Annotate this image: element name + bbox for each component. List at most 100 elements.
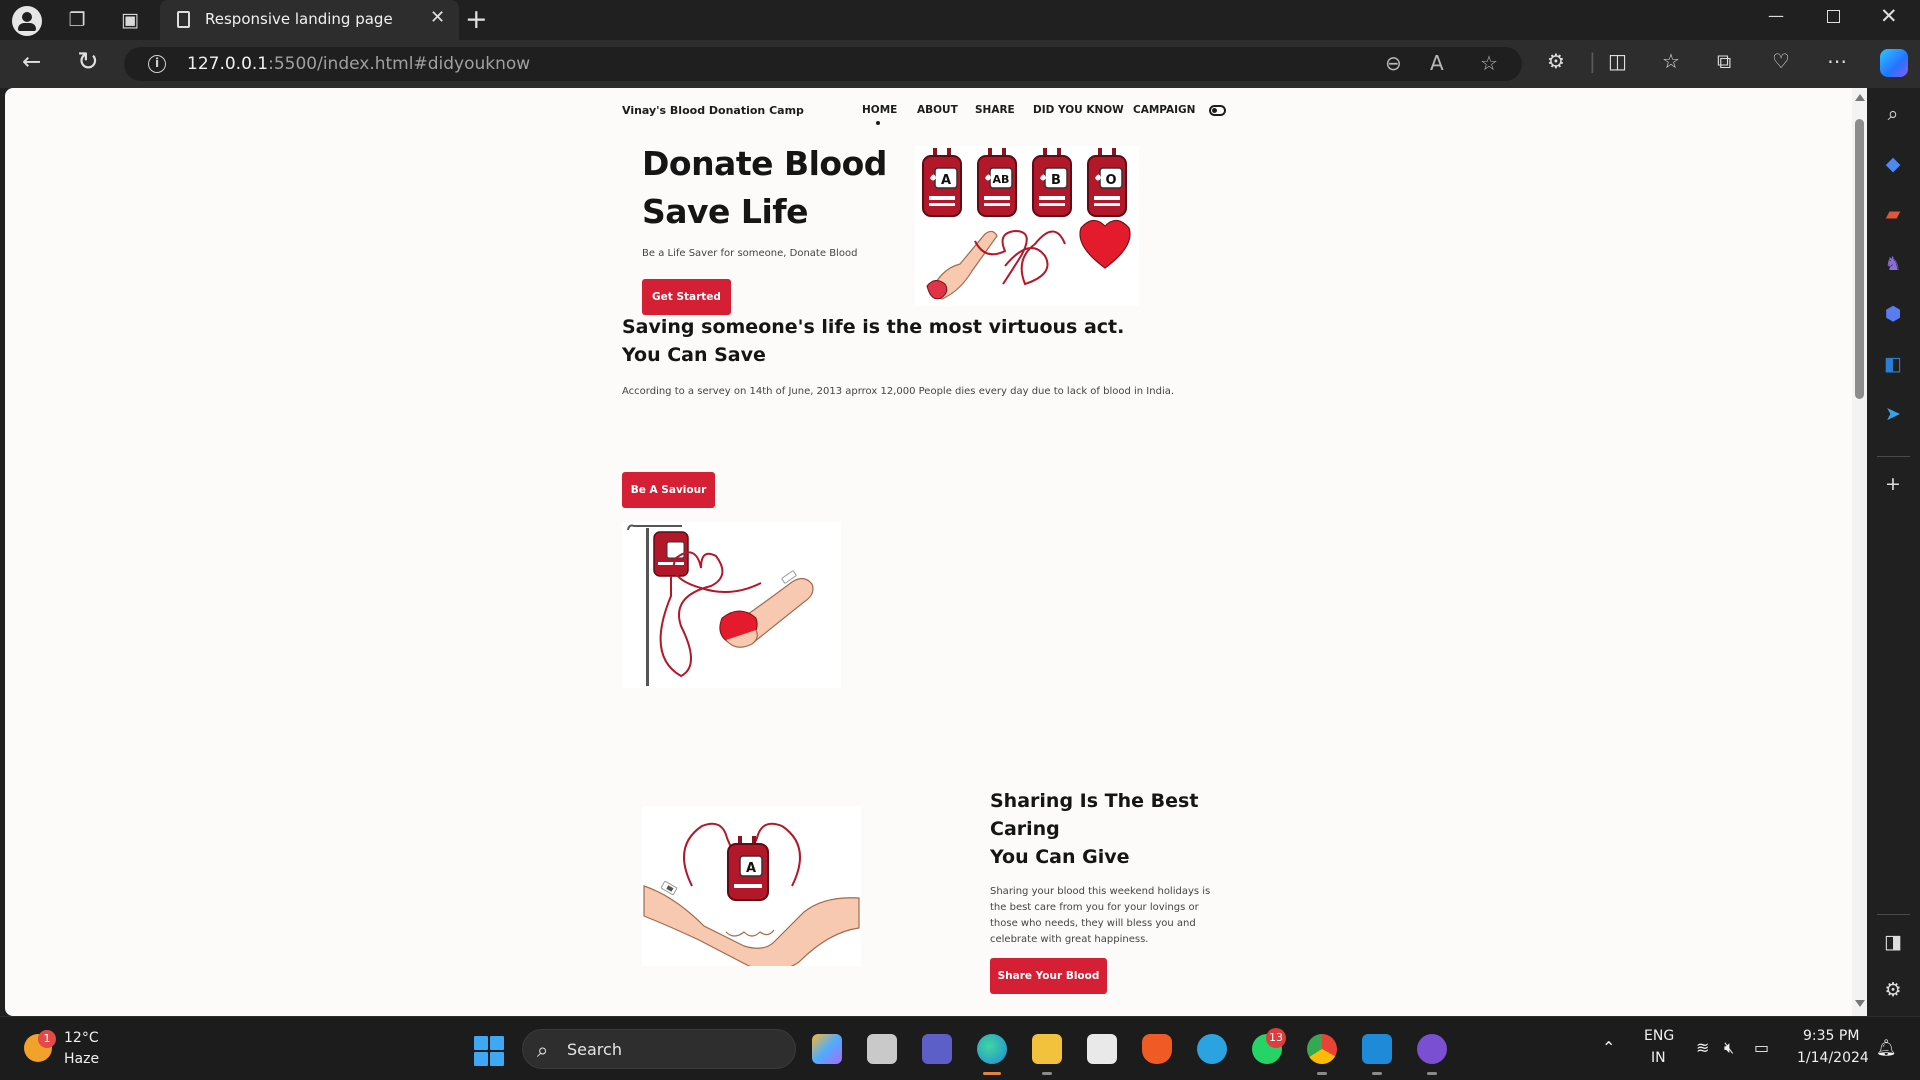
about-text: According to a servey on 14th of June, 2… — [622, 386, 1175, 397]
wifi-icon[interactable]: ≋ — [1696, 1038, 1709, 1057]
edge-active-indicator — [983, 1072, 1001, 1075]
nav-link-home[interactable]: HOME — [862, 104, 897, 116]
nav-link-share[interactable]: SHARE — [975, 104, 1015, 116]
scroll-up-arrow-icon[interactable] — [1855, 94, 1865, 101]
taskbar-search-box[interactable]: ⌕ Search — [522, 1029, 796, 1069]
task-view-icon[interactable] — [867, 1034, 897, 1064]
more-menu-icon[interactable]: ⋯ — [1827, 49, 1847, 73]
sidebar-shopping-icon[interactable]: ◆ — [1881, 152, 1905, 176]
read-aloud-icon[interactable]: A — [1430, 51, 1444, 75]
browser-tab-bar: ❐ ▣ Responsive landing page ✕ + — ✕ — [0, 0, 1920, 40]
github-indicator — [1427, 1072, 1437, 1075]
share-your-blood-button[interactable]: Share Your Blood — [990, 958, 1107, 994]
iv-stand-icon — [627, 524, 689, 686]
split-screen-icon[interactable]: ◫ — [1608, 49, 1627, 73]
file-explorer-indicator — [1042, 1072, 1052, 1075]
show-hidden-icons-chevron-icon[interactable]: ⌃ — [1602, 1038, 1615, 1057]
edge-app-icon[interactable] — [977, 1034, 1007, 1064]
browser-toolbar: ← ↻ i 127.0.0.1:5500/index.html#didyoukn… — [0, 40, 1920, 88]
nav-active-indicator — [876, 121, 880, 125]
center-bag-label: A — [746, 861, 756, 876]
bag-label-ab: AB — [993, 173, 1010, 186]
sidebar-separator-bottom — [1877, 914, 1910, 915]
chrome-icon[interactable] — [1307, 1034, 1337, 1064]
about-heading-line1: Saving someone's life is the most virtuo… — [622, 316, 1125, 338]
about-heading-line2: You Can Save — [622, 344, 766, 366]
site-brand[interactable]: Vinay's Blood Donation Camp — [622, 104, 804, 117]
sidebar-send-icon[interactable]: ➤ — [1881, 402, 1905, 426]
page-scrollbar[interactable] — [1852, 88, 1867, 1016]
iv-drip-illustration — [622, 522, 841, 688]
tab-close-icon[interactable]: ✕ — [430, 7, 445, 28]
arm-heart-tube-icon — [926, 219, 1131, 300]
get-started-button[interactable]: Get Started — [642, 279, 731, 315]
extensions-icon[interactable]: ⚙ — [1547, 49, 1565, 73]
sidebar-add-icon[interactable]: + — [1881, 472, 1905, 496]
nav-link-campaign[interactable]: CAMPAIGN — [1133, 104, 1195, 116]
site-info-icon[interactable]: i — [148, 55, 166, 73]
brave-browser-icon[interactable] — [1142, 1034, 1172, 1064]
browser-essentials-icon[interactable]: ♡ — [1772, 49, 1790, 73]
handshake-svg: A — [643, 822, 860, 971]
sidebar-settings-gear-icon[interactable]: ⚙ — [1881, 978, 1905, 1002]
sidebar-hide-panel-icon[interactable]: ◨ — [1881, 930, 1905, 954]
url-path: :5500/index.html#didyouknow — [268, 54, 531, 74]
weather-temperature[interactable]: 12°C — [64, 1030, 99, 1046]
telegram-icon[interactable] — [1197, 1034, 1227, 1064]
sidebar-games-icon[interactable]: ♞ — [1881, 252, 1905, 276]
weather-badge: 1 — [38, 1030, 56, 1048]
clock-time[interactable]: 9:35 PM — [1803, 1028, 1859, 1044]
blood-bags-svg: A AB B O — [922, 148, 1131, 300]
sidebar-microsoft365-icon[interactable]: ⬢ — [1881, 302, 1905, 326]
vscode-icon[interactable] — [1362, 1034, 1392, 1064]
volume-muted-icon[interactable]: 🔇︎ — [1724, 1038, 1734, 1058]
favorite-star-icon[interactable]: ☆ — [1480, 51, 1498, 75]
file-explorer-icon[interactable] — [1032, 1034, 1062, 1064]
window-restore-icon[interactable] — [1827, 10, 1840, 23]
back-arrow-icon[interactable]: ← — [22, 49, 41, 75]
sidebar-outlook-icon[interactable]: ◧ — [1881, 352, 1905, 376]
bag-label-o: O — [1105, 173, 1116, 188]
tab-actions-icon[interactable]: ▣ — [115, 5, 145, 35]
toolbar-divider: | — [1589, 49, 1596, 73]
tab-title: Responsive landing page — [205, 10, 393, 28]
copilot-icon[interactable] — [1880, 49, 1908, 77]
weather-description[interactable]: Haze — [64, 1051, 99, 1067]
workspaces-icon[interactable]: ❐ — [62, 5, 92, 35]
landing-page: Vinay's Blood Donation Camp HOME ABOUT S… — [5, 88, 1852, 1016]
battery-icon[interactable]: ▭ — [1754, 1038, 1769, 1057]
blood-bags-illustration: A AB B O — [915, 146, 1139, 306]
scroll-down-arrow-icon[interactable] — [1855, 1000, 1865, 1007]
sidebar-search-icon[interactable]: ⌕ — [1881, 102, 1905, 126]
notification-bell-icon[interactable]: 🔔︎ — [1876, 1038, 1896, 1057]
collections-icon[interactable]: ⧉ — [1717, 49, 1731, 73]
theme-toggle-icon[interactable] — [1209, 105, 1226, 116]
window-minimize-icon[interactable]: — — [1768, 6, 1784, 25]
hero-subtitle: Be a Life Saver for someone, Donate Bloo… — [642, 248, 858, 259]
bag-label-b: B — [1051, 173, 1061, 188]
favorites-icon[interactable]: ☆ — [1662, 49, 1680, 73]
profile-avatar-icon[interactable] — [12, 6, 42, 36]
language-line1[interactable]: ENG — [1644, 1028, 1674, 1044]
sidebar-tools-icon[interactable]: ▰ — [1881, 202, 1905, 226]
new-tab-plus-icon[interactable]: + — [465, 4, 488, 35]
copilot-pre-app-icon[interactable] — [812, 1034, 842, 1064]
be-a-saviour-button[interactable]: Be A Saviour — [622, 472, 715, 508]
scroll-thumb[interactable] — [1855, 119, 1864, 399]
sidebar-separator — [1877, 456, 1910, 457]
window-close-icon[interactable]: ✕ — [1880, 4, 1898, 28]
zoom-out-icon[interactable]: ⊖ — [1385, 51, 1402, 75]
github-desktop-icon[interactable] — [1417, 1034, 1447, 1064]
microsoft-store-icon[interactable] — [1087, 1034, 1117, 1064]
address-bar[interactable]: i 127.0.0.1:5500/index.html#didyouknow ⊖… — [124, 47, 1522, 81]
nav-link-about[interactable]: ABOUT — [917, 104, 958, 116]
active-tab[interactable]: Responsive landing page ✕ — [160, 0, 459, 40]
share-heading-line2: Caring — [990, 818, 1060, 840]
refresh-icon[interactable]: ↻ — [77, 47, 99, 77]
url-text[interactable]: 127.0.0.1:5500/index.html#didyouknow — [187, 54, 530, 74]
windows-start-icon[interactable] — [474, 1036, 504, 1066]
language-line2[interactable]: IN — [1651, 1050, 1666, 1066]
nav-link-did-you-know[interactable]: DID YOU KNOW — [1033, 104, 1124, 116]
clock-date[interactable]: 1/14/2024 — [1797, 1050, 1869, 1066]
teams-app-icon[interactable] — [922, 1034, 952, 1064]
